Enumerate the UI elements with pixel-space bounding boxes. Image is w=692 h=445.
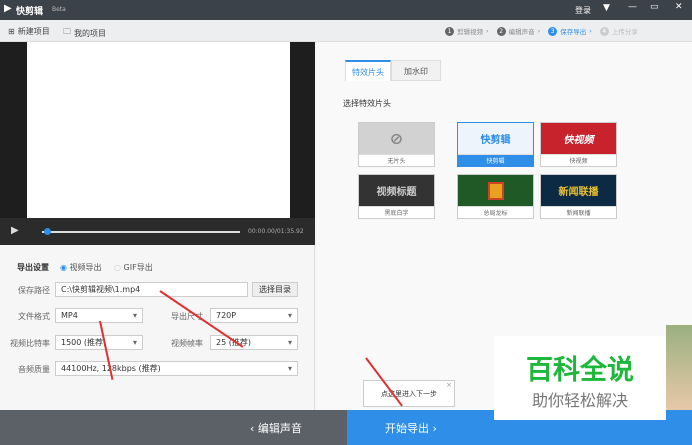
video-preview xyxy=(0,42,315,218)
new-project-label: 新建项目 xyxy=(17,27,50,36)
close-icon[interactable]: ✕ xyxy=(675,2,683,12)
tab-intro-effects[interactable]: 特效片头 xyxy=(345,60,391,81)
next-label: 开始导出 xyxy=(385,422,429,435)
app-logo-icon: ▶ xyxy=(4,3,12,14)
path-label: 保存路径 xyxy=(18,286,50,295)
tab-watermark[interactable]: 加水印 xyxy=(391,60,441,81)
no-intro-icon: ⊘ xyxy=(359,123,434,154)
intro-caption: 总局龙标 xyxy=(458,206,533,219)
intro-thumbnail: 快剪辑 xyxy=(458,123,533,154)
dragon-logo-icon xyxy=(487,181,504,200)
intro-thumbnail: 视频标题 xyxy=(359,175,434,206)
radio-label: GIF导出 xyxy=(123,263,153,272)
back-edit-audio-button[interactable]: ‹ 编辑声音 xyxy=(0,410,347,445)
fps-label: 视频帧率 xyxy=(171,339,203,348)
intro-black-white[interactable]: 视频标题 黑底白字 xyxy=(358,174,435,219)
step-number: 2 xyxy=(496,26,506,36)
step-label: 保存导出 xyxy=(560,28,587,36)
step-indicator: 1 剪辑视频 › 2 编辑声音 › 3 保存导出 › 4 上传分享 xyxy=(445,26,638,36)
intro-caption: 快剪辑 xyxy=(458,154,533,167)
next-step-tooltip: 点这里进入下一步 × xyxy=(363,380,455,407)
toolbar: ⊞ 新建项目 🗀 我的项目 1 剪辑视频 › 2 编辑声音 › 3 保存导出 › 4 上传分享 xyxy=(0,20,692,42)
step-number: 4 xyxy=(599,26,609,36)
radio-label: 视频导出 xyxy=(69,263,102,272)
step-number: 1 xyxy=(445,26,454,36)
intro-kuaijianji[interactable]: 快剪辑 快剪辑 xyxy=(457,122,534,167)
my-projects-label: 我的项目 xyxy=(74,28,106,38)
fps-select[interactable]: 25 (推荐) xyxy=(210,335,298,350)
folder-icon: 🗀 xyxy=(63,27,71,36)
path-input[interactable]: C:\快剪辑视频\1.mp4 xyxy=(55,282,248,297)
menu-icon[interactable]: ▼ xyxy=(603,3,610,13)
seek-handle[interactable] xyxy=(43,228,51,235)
intro-caption: 新闻联播 xyxy=(541,206,616,219)
bitrate-label: 视频比特率 xyxy=(10,339,50,348)
radio-gif-export[interactable]: ○ GIF导出 xyxy=(114,262,153,273)
audio-label: 音频质量 xyxy=(18,365,50,374)
seek-bar[interactable] xyxy=(42,231,240,233)
intro-dragon[interactable]: 总局龙标 xyxy=(457,174,534,219)
step-4: 4 上传分享 xyxy=(599,26,638,36)
video-frame xyxy=(27,42,290,218)
intro-caption: 无片头 xyxy=(359,154,434,167)
step-number: 3 xyxy=(548,26,558,36)
intro-thumbnail: 快视频 xyxy=(541,123,616,154)
step-1: 1 剪辑视频 › xyxy=(445,26,489,36)
new-project-icon: ⊞ xyxy=(8,27,15,36)
watermark: 百科全说 助你轻松解决 xyxy=(494,336,666,420)
watermark-photo xyxy=(666,325,692,410)
time-display: 00:00.00/01:35.92 xyxy=(248,228,304,235)
watermark-title: 百科全说 xyxy=(526,355,634,386)
back-label: 编辑声音 xyxy=(257,422,302,435)
step-label: 编辑声音 xyxy=(508,28,535,36)
player-controls: ▶ 00:00.00/01:35.92 xyxy=(0,218,315,245)
radio-video-export[interactable]: ◉ 视频导出 xyxy=(60,262,102,273)
minimize-icon[interactable]: — xyxy=(628,2,637,12)
title-bar: ▶ 快剪辑 Beta 登录 ▼ — ▭ ✕ xyxy=(0,0,692,20)
intro-kuaishipin[interactable]: 快视频 快视频 xyxy=(540,122,617,167)
login-link[interactable]: 登录 xyxy=(575,5,591,16)
export-settings-title: 导出设置 xyxy=(17,263,49,272)
intro-none[interactable]: ⊘ 无片头 xyxy=(358,122,435,167)
audio-select[interactable]: 44100Hz, 128kbps (推荐) xyxy=(55,361,298,376)
my-projects-button[interactable]: 🗀 我的项目 xyxy=(63,26,106,40)
intro-thumbnail: 新闻联播 xyxy=(541,175,616,206)
format-label: 文件格式 xyxy=(18,312,50,321)
intro-news[interactable]: 新闻联播 新闻联播 xyxy=(540,174,617,219)
new-project-button[interactable]: ⊞ 新建项目 xyxy=(8,26,50,37)
step-label: 上传分享 xyxy=(611,28,638,36)
bitrate-select[interactable]: 1500 (推荐) xyxy=(55,335,143,350)
step-3: 3 保存导出 › xyxy=(548,26,592,36)
export-settings: 导出设置 ◉ 视频导出 ○ GIF导出 保存路径 C:\快剪辑视频\1.mp4 … xyxy=(0,245,315,410)
watermark-subtitle: 助你轻松解决 xyxy=(531,391,628,410)
tooltip-close-icon[interactable]: × xyxy=(446,372,452,399)
app-name: 快剪辑 xyxy=(16,7,44,17)
step-label: 剪辑视频 xyxy=(457,28,483,36)
step-2: 2 编辑声音 › xyxy=(496,26,540,36)
intro-caption: 黑底白字 xyxy=(359,206,434,219)
maximize-icon[interactable]: ▭ xyxy=(650,2,659,12)
beta-badge: Beta xyxy=(52,6,66,13)
choose-directory-button[interactable]: 选择目录 xyxy=(252,282,298,297)
section-title: 选择特效片头 xyxy=(343,99,391,108)
size-select[interactable]: 720P xyxy=(210,308,298,323)
intro-caption: 快视频 xyxy=(541,154,616,167)
play-icon[interactable]: ▶ xyxy=(11,225,19,236)
